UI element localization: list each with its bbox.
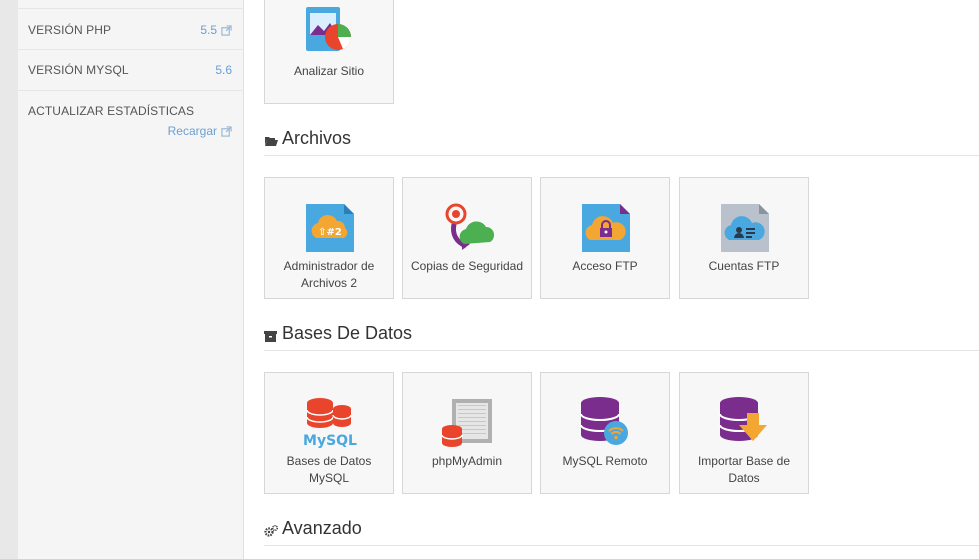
- section-databases-header: Bases De Datos: [264, 321, 979, 351]
- mysql-databases-card[interactable]: MySQL Bases de Datos MySQL: [264, 372, 394, 494]
- remote-mysql-card[interactable]: MySQL Remoto: [540, 372, 670, 494]
- section-advanced-header: Avanzado: [264, 516, 979, 546]
- stat-value: 5.5: [200, 23, 217, 37]
- svg-text:⇧#2: ⇧#2: [318, 227, 342, 238]
- mysql-logo-text: MySQL: [303, 433, 357, 449]
- mysql-databases-icon: MySQL: [302, 395, 358, 451]
- gears-icon: [264, 525, 278, 537]
- window-edge: [0, 0, 18, 559]
- external-link-icon: [221, 24, 232, 36]
- import-database-icon: [717, 395, 773, 451]
- import-database-card[interactable]: Importar Base de Datos: [679, 372, 809, 494]
- stat-label: VERSIÓN PHP: [28, 23, 112, 37]
- ftp-accounts-card[interactable]: Cuentas FTP: [679, 177, 809, 299]
- phpmyadmin-icon: [440, 395, 496, 451]
- card-label: MySQL Remoto: [562, 454, 648, 468]
- analyze-site-icon: [302, 5, 358, 61]
- section-title: Avanzado: [282, 518, 362, 538]
- backup-icon: [440, 200, 496, 256]
- card-label: Acceso FTP: [572, 259, 638, 273]
- reload-stats-link[interactable]: Recargar: [168, 124, 232, 138]
- file-manager-icon: ⇧#2: [302, 200, 358, 256]
- card-label: Bases de Datos MySQL: [286, 454, 372, 485]
- phpmyadmin-card[interactable]: phpMyAdmin: [402, 372, 532, 494]
- stat-refresh: ACTUALIZAR ESTADÍSTICAS Recargar: [18, 91, 244, 143]
- card-label: Administrador de Archivos 2: [283, 259, 375, 290]
- external-link-icon: [221, 125, 232, 137]
- archive-box-icon: [264, 331, 277, 342]
- sidebar: VERSIÓN PHP 5.5 VERSIÓN MYSQL 5.6 ACTUAL…: [18, 0, 244, 559]
- reload-label: Recargar: [167, 124, 217, 138]
- file-manager-card[interactable]: ⇧#2 Administrador de Archivos 2: [264, 177, 394, 299]
- stat-label: ACTUALIZAR ESTADÍSTICAS: [28, 104, 195, 118]
- card-label: Importar Base de Datos: [697, 454, 791, 485]
- card-label: Cuentas FTP: [708, 259, 780, 273]
- card-label: Copias de Seguridad: [410, 259, 524, 273]
- backup-card[interactable]: Copias de Seguridad: [402, 177, 532, 299]
- analyze-site-card[interactable]: Analizar Sitio: [264, 0, 394, 104]
- folder-open-icon: [265, 137, 278, 146]
- remote-mysql-icon: [578, 395, 634, 451]
- stat-label: VERSIÓN MYSQL: [28, 63, 129, 77]
- php-version-link[interactable]: 5.5: [200, 23, 232, 37]
- section-title: Archivos: [282, 128, 352, 148]
- main-content: Analizar Sitio Archivos ⇧#2 Administrado…: [244, 0, 979, 559]
- ftp-access-card[interactable]: Acceso FTP: [540, 177, 670, 299]
- section-title: Bases De Datos: [282, 323, 413, 343]
- stat-php-version: VERSIÓN PHP 5.5: [18, 8, 244, 50]
- ftp-accounts-icon: [717, 200, 773, 256]
- stat-value: 5.6: [215, 63, 232, 77]
- section-archivos-header: Archivos: [264, 126, 979, 156]
- card-label: Analizar Sitio: [293, 64, 365, 78]
- stat-mysql-version: VERSIÓN MYSQL 5.6: [18, 50, 244, 91]
- card-label: phpMyAdmin: [431, 454, 503, 468]
- ftp-access-icon: [578, 200, 634, 256]
